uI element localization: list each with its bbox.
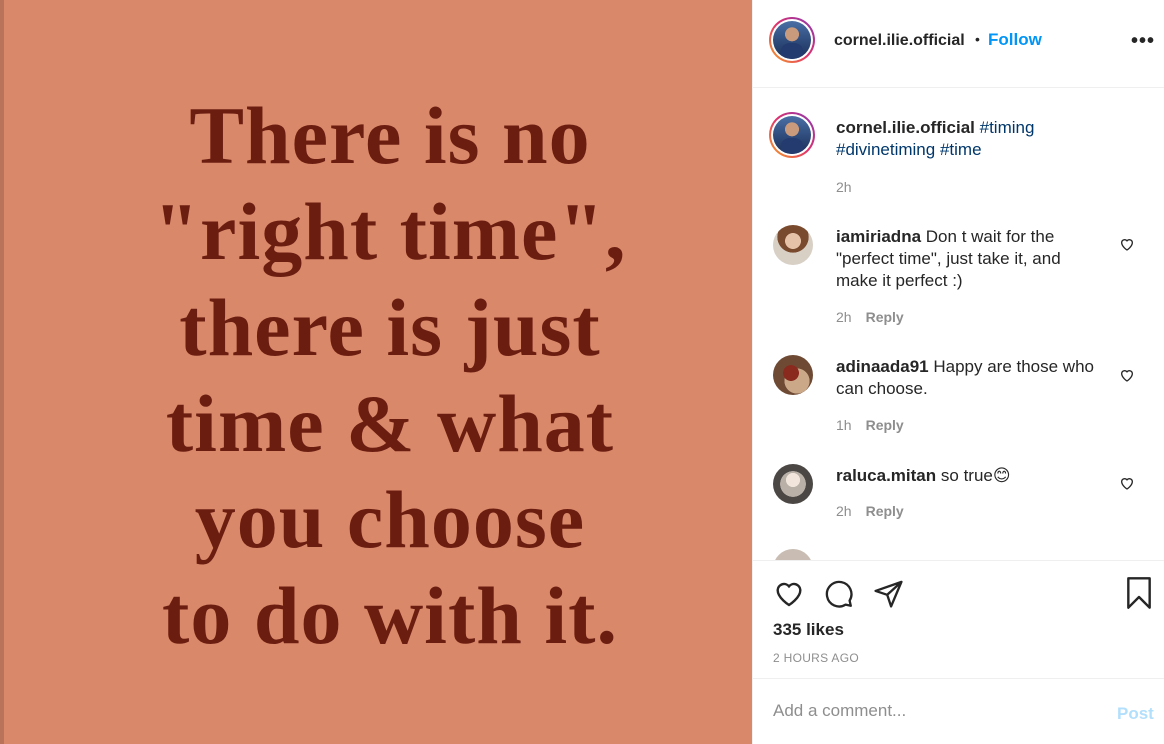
caption-time: 2h <box>836 179 852 195</box>
quote-text: There is no "right time", there is just … <box>40 88 740 664</box>
comment-item-partial <box>753 549 1164 560</box>
commenter-avatar[interactable] <box>773 355 813 395</box>
comment-text: adinaada91 Happy are those who can choos… <box>836 356 1106 400</box>
author-photo <box>773 21 811 59</box>
post-image[interactable]: There is no "right time", there is just … <box>0 0 752 744</box>
image-edge <box>0 0 4 744</box>
quote-line: to do with it. <box>162 570 618 661</box>
like-icon[interactable] <box>773 577 805 609</box>
post-comment-button[interactable]: Post <box>1117 704 1154 724</box>
commenter-avatar[interactable] <box>773 464 813 504</box>
more-options-icon[interactable]: ••• <box>1131 30 1155 53</box>
like-comment-icon[interactable] <box>1119 236 1135 252</box>
author-username[interactable]: cornel.ilie.official <box>834 32 965 50</box>
post-header: cornel.ilie.official • Follow ••• <box>753 0 1164 88</box>
comment-input[interactable] <box>773 701 1093 721</box>
comment-meta: 2h Reply <box>836 503 904 519</box>
quote-line: "right time", <box>153 186 627 277</box>
comment-text: iamiriadna Don t wait for the "perfect t… <box>836 226 1106 292</box>
caption-text: cornel.ilie.official #timing #divinetimi… <box>836 117 1136 161</box>
share-icon[interactable] <box>873 578 904 609</box>
commenter-avatar[interactable] <box>773 549 813 560</box>
separator-dot: • <box>975 31 980 47</box>
caption-avatar[interactable] <box>769 112 815 158</box>
quote-line: you choose <box>194 474 586 565</box>
comment-icon[interactable] <box>823 578 854 609</box>
author-avatar[interactable] <box>769 17 815 63</box>
commenter-username[interactable]: adinaada91 <box>836 357 929 376</box>
comment-time: 2h <box>836 309 852 325</box>
like-comment-icon[interactable] <box>1119 475 1135 491</box>
reply-button[interactable]: Reply <box>866 417 904 433</box>
save-bookmark-icon[interactable] <box>1125 577 1153 609</box>
reply-button[interactable]: Reply <box>866 309 904 325</box>
add-comment-bar: Post <box>753 678 1164 744</box>
hashtag-link[interactable]: #divinetiming <box>836 140 935 159</box>
post-side-panel: cornel.ilie.official • Follow ••• cornel… <box>752 0 1164 744</box>
likes-count[interactable]: 335 likes <box>773 620 844 640</box>
post-actions: 335 likes 2 HOURS AGO <box>753 560 1164 678</box>
caption-username[interactable]: cornel.ilie.official <box>836 118 975 137</box>
commenter-avatar[interactable] <box>773 225 813 265</box>
like-comment-icon[interactable] <box>1119 367 1135 383</box>
follow-button[interactable]: Follow <box>988 30 1042 50</box>
reply-button[interactable]: Reply <box>866 503 904 519</box>
caption-author-photo <box>773 116 811 154</box>
hashtag-link[interactable]: #timing <box>980 118 1035 137</box>
hashtag-link[interactable]: #time <box>940 140 982 159</box>
quote-line: There is no <box>189 90 591 181</box>
commenter-username[interactable]: iamiriadna <box>836 227 921 246</box>
comment-meta: 2h Reply <box>836 309 904 325</box>
comment-body: so true😊 <box>940 466 1011 485</box>
comment-time: 1h <box>836 417 852 433</box>
quote-line: there is just <box>179 282 601 373</box>
comment-meta: 1h Reply <box>836 417 904 433</box>
quote-line: time & what <box>165 378 615 469</box>
comment-time: 2h <box>836 503 852 519</box>
commenter-username[interactable]: raluca.mitan <box>836 466 936 485</box>
comment-text: raluca.mitan so true😊 <box>836 465 1106 487</box>
post-timestamp[interactable]: 2 HOURS AGO <box>773 651 859 665</box>
